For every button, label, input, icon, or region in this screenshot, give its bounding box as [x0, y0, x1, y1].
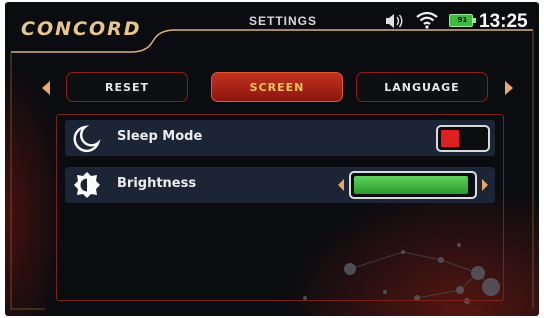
page-title: SETTINGS — [248, 14, 317, 28]
tab-prev-arrow-icon[interactable] — [39, 79, 53, 97]
sleep-mode-toggle-knob — [441, 130, 459, 147]
sleep-mode-label: Sleep Mode — [117, 129, 203, 144]
battery-level: 91 — [457, 16, 468, 24]
tab-next-arrow-icon[interactable] — [502, 79, 516, 97]
brightness-label: Brightness — [117, 176, 197, 191]
tab-reset-label: RESET — [105, 80, 149, 94]
brightness-icon — [74, 172, 100, 198]
device-screen: CONCORD SETTINGS 91 13:25 RESET SCREEN L… — [5, 2, 539, 316]
clock: 13:25 — [479, 11, 528, 32]
brightness-increase-icon[interactable] — [480, 178, 490, 192]
speaker-icon — [386, 14, 403, 28]
brightness-decrease-icon[interactable] — [336, 178, 346, 192]
brightness-slider[interactable] — [349, 171, 477, 199]
sleep-mode-toggle[interactable] — [436, 125, 490, 152]
tab-screen-label: SCREEN — [249, 80, 305, 94]
setting-row-brightness: Brightness — [65, 167, 495, 203]
tab-language-label: LANGUAGE — [384, 80, 460, 94]
wifi-icon — [416, 11, 438, 29]
tab-reset[interactable]: RESET — [66, 72, 188, 102]
moon-icon — [73, 125, 101, 153]
brand-logo: CONCORD — [21, 18, 142, 40]
brightness-slider-fill — [354, 176, 468, 194]
tab-language[interactable]: LANGUAGE — [356, 72, 488, 102]
setting-row-sleep-mode: Sleep Mode — [65, 120, 495, 156]
tab-screen[interactable]: SCREEN — [211, 72, 343, 102]
